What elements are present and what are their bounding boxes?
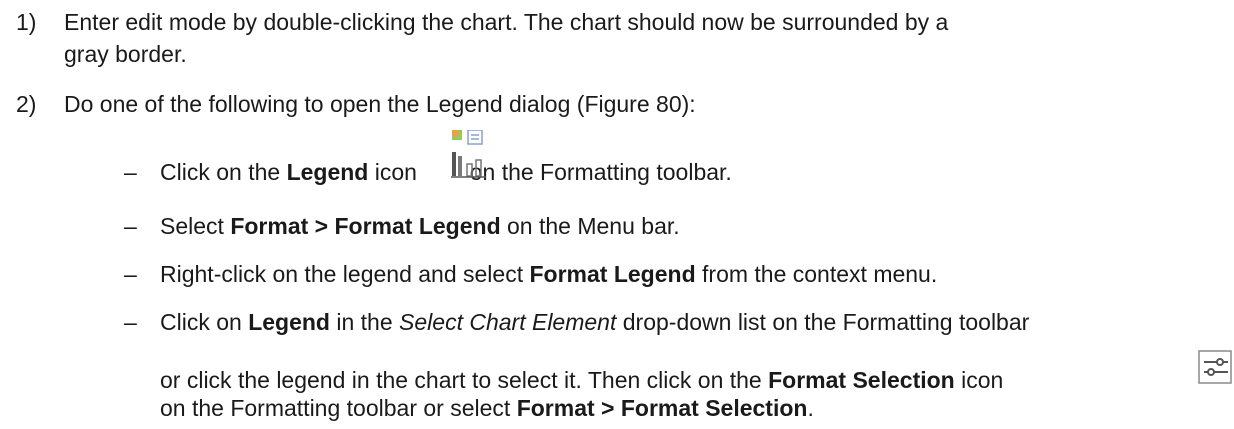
document-page: { "steps": [ { "number": "1)", "line1": … [0,0,1234,429]
bullet-dash: – [124,309,137,335]
menu-path: Format > Format Legend [230,213,501,239]
legend-term: Legend [286,159,369,185]
bullet-4-text-line-1: Click on Legend in the Select Chart Elem… [160,309,1030,335]
bullet-4-text-line-2: or click the legend in the chart to sele… [160,367,1004,393]
menu-path: Format > Format Selection [516,395,808,421]
step-1-text-line-1: Enter edit mode by double-clicking the c… [64,9,949,35]
bullet-4-text-line-3: on the Formatting toolbar or select Form… [160,395,814,421]
legend-term: Legend [248,309,330,335]
bullet-dash: – [124,159,137,185]
step-2-number: 2) [16,91,37,117]
step-2-text: Do one of the following to open the Lege… [64,91,696,117]
format-selection-icon [1198,350,1232,384]
bullet-1-text: Click on the Legend icon on the Formatti… [160,159,732,185]
bullet-2-text: Select Format > Format Legend on the Men… [160,213,680,239]
menu-item: Format Legend [529,261,696,287]
step-1-text-line-2: gray border. [64,41,187,67]
format-selection-term: Format Selection [768,367,955,393]
legend-icon [451,130,486,178]
bullet-dash: – [124,213,137,239]
dropdown-name: Select Chart Element [399,309,617,335]
bullet-3-text: Right-click on the legend and select For… [160,261,938,287]
step-1-number: 1) [16,9,37,35]
bullet-dash: – [124,261,137,287]
